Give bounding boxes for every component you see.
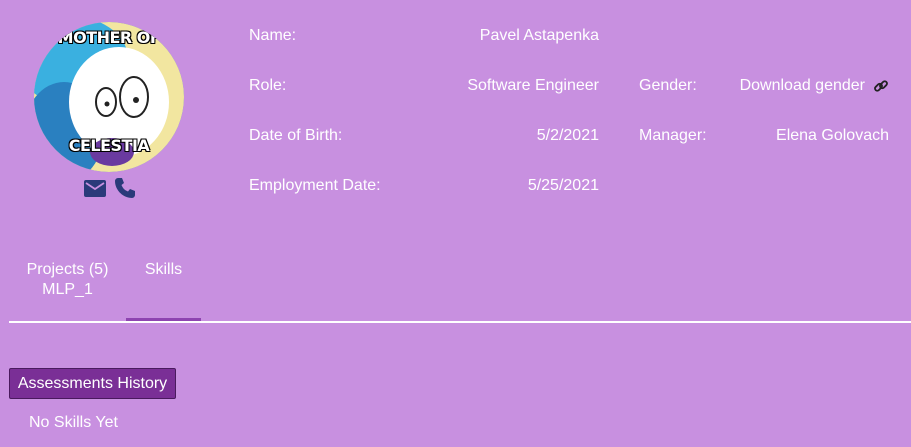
link-icon[interactable] (873, 77, 889, 95)
no-skills-message: No Skills Yet (29, 414, 118, 431)
tab-projects-sublabel: MLP_1 (42, 281, 93, 298)
phone-icon[interactable] (113, 176, 137, 200)
dob-value: 5/2/2021 (536, 127, 599, 144)
tab-projects[interactable]: Projects (5) MLP_1 (9, 260, 126, 318)
tab-bar: Projects (5) MLP_1 Skills (9, 260, 911, 323)
tab-projects-label: Projects (5) (26, 261, 109, 278)
contact-icons (83, 176, 137, 200)
manager-label: Manager: (639, 127, 707, 144)
manager-value: Elena Golovach (776, 127, 889, 144)
employment-date-label: Employment Date: (249, 177, 381, 194)
avatar: MOTHER OF CELESTIA (34, 22, 184, 172)
avatar-caption-bottom: CELESTIA (68, 136, 150, 155)
dob-label: Date of Birth: (249, 127, 343, 144)
assessments-history-button[interactable]: Assessments History (9, 368, 176, 399)
role-label: Role: (249, 77, 287, 94)
email-icon[interactable] (83, 176, 107, 200)
gender-download-link[interactable]: Download gender (700, 77, 865, 95)
employment-date-value: 5/25/2021 (527, 177, 599, 194)
avatar-caption-top: MOTHER OF (57, 28, 161, 47)
name-value: Pavel Astapenka (479, 27, 599, 44)
name-label: Name: (249, 27, 297, 44)
gender-label: Gender: (639, 77, 697, 94)
tab-skills[interactable]: Skills (126, 260, 201, 321)
role-value: Software Engineer (467, 77, 599, 94)
tab-skills-label: Skills (144, 261, 183, 278)
